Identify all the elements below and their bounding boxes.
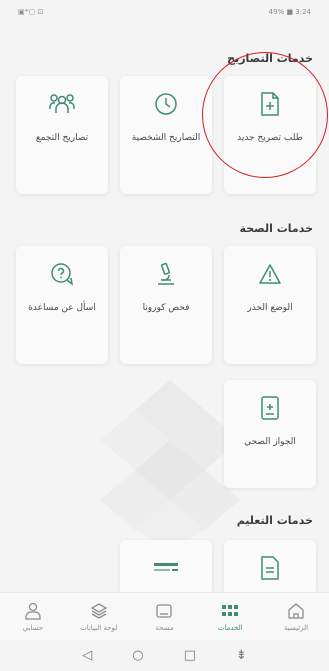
section-title-education: خدمات التعليم (236, 514, 313, 527)
card-label: الجواز الصحي (244, 437, 296, 447)
status-icons-right: 49% ■ 3:24 (268, 8, 311, 16)
nav-home[interactable]: الرئيسية (263, 593, 329, 640)
nav-label: الخدمات (217, 623, 243, 632)
nav-dashboard[interactable]: لوحة البيانات (66, 593, 132, 640)
card-education-service[interactable] (224, 540, 316, 596)
card-gathering-permits[interactable]: تصاريح التجمع (16, 76, 108, 194)
card-ask-help[interactable]: اسأل عن مساعدة (16, 246, 108, 364)
warning-icon (256, 260, 284, 288)
card-education-ministry[interactable] (120, 540, 212, 596)
background-pattern (100, 380, 240, 550)
card-new-permit-request[interactable]: طلب تصريح جديد (224, 76, 316, 194)
back-icon[interactable]: ◁ (82, 648, 92, 663)
section-title-health: خدمات الصحة (239, 222, 313, 235)
nav-checkup[interactable]: مسحة (132, 593, 198, 640)
card-label: الوضع الحذر (247, 303, 293, 313)
home-circle-icon[interactable]: ○ (132, 648, 143, 663)
card-health-status[interactable]: الوضع الحذر (224, 246, 316, 364)
card-personal-permits[interactable]: التصاريح الشخصية (120, 76, 212, 194)
card-label: تصاريح التجمع (35, 133, 89, 143)
nav-label: الرئيسية (284, 623, 309, 632)
grid-icon (222, 604, 239, 616)
card-label: اسأل عن مساعدة (28, 303, 96, 313)
nav-services[interactable]: الخدمات (197, 593, 263, 640)
person-icon (25, 602, 41, 620)
download-icon[interactable]: ⇟ (236, 648, 247, 663)
section-title-permits: خدمات التصاريح (227, 52, 313, 65)
id-card-icon (156, 603, 173, 618)
nav-account[interactable]: حسابي (0, 593, 66, 640)
card-label: فحص كورونا (142, 303, 190, 313)
recents-icon[interactable]: □ (184, 648, 196, 663)
home-icon (288, 602, 304, 619)
status-bar: ▣⁴ᴵ▢ ⊡ 49% ■ 3:24 (0, 0, 329, 24)
document-add-icon (256, 90, 284, 118)
nav-label: لوحة البيانات (80, 623, 118, 632)
ministry-logo-icon (152, 554, 180, 582)
clock-icon (152, 90, 180, 118)
layers-icon (90, 602, 107, 619)
card-label: التصاريح الشخصية (131, 133, 201, 143)
document-icon (256, 554, 284, 582)
nav-label: مسحة (155, 623, 174, 632)
microscope-icon (152, 260, 180, 288)
system-navigation: ◁ ○ □ ⇟ (0, 640, 329, 671)
health-passport-icon (256, 394, 284, 422)
card-label: طلب تصريح جديد (237, 133, 303, 143)
question-chat-icon (48, 260, 76, 288)
status-icons-left: ▣⁴ᴵ▢ ⊡ (18, 8, 44, 16)
bottom-navigation: حسابي لوحة البيانات مسحة الخدمات الرئيسي… (0, 592, 329, 640)
card-health-passport[interactable]: الجواز الصحي (224, 380, 316, 488)
nav-label: حسابي (22, 623, 44, 632)
card-corona-test[interactable]: فحص كورونا (120, 246, 212, 364)
group-icon (48, 90, 76, 118)
